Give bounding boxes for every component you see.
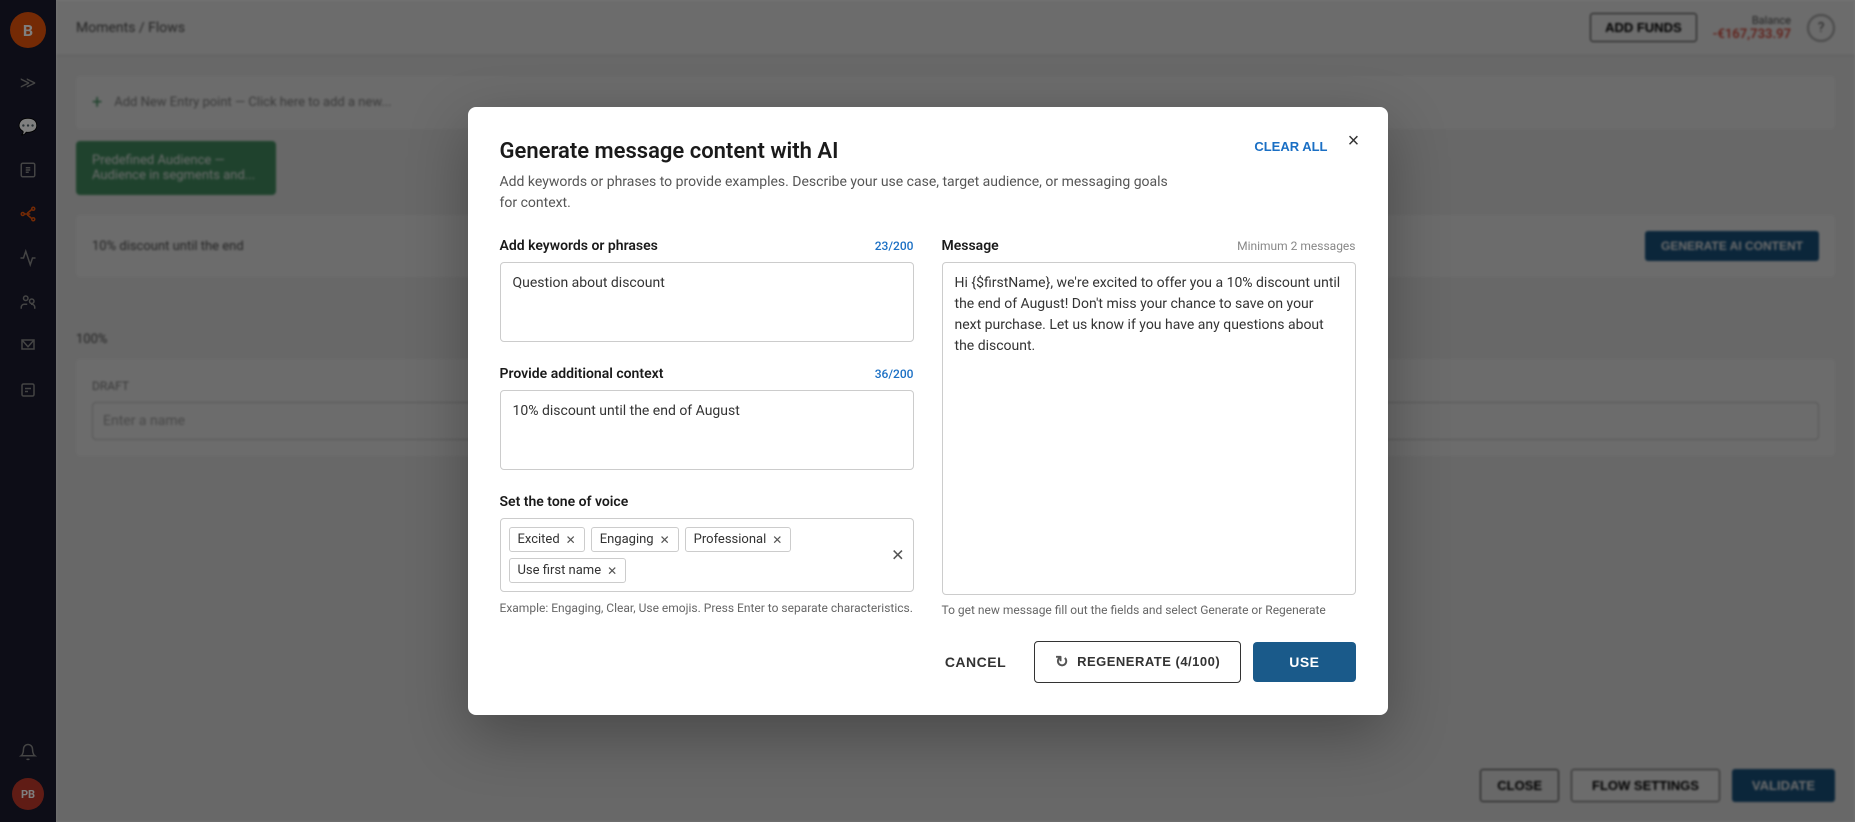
tone-tag-firstname[interactable]: Use first name ✕	[509, 558, 627, 583]
tone-tag-professional-text: Professional	[694, 532, 767, 547]
use-button[interactable]: USE	[1253, 642, 1355, 682]
context-input[interactable]: 10% discount until the end of August	[500, 390, 914, 470]
tone-tag-firstname-remove[interactable]: ✕	[607, 565, 617, 577]
context-count: 36/200	[875, 367, 914, 381]
left-panel: Add keywords or phrases 23/200 Question …	[500, 238, 914, 617]
regenerate-label: REGENERATE (4/100)	[1077, 654, 1220, 669]
modal-title: Generate message content with AI	[500, 139, 1356, 164]
message-textarea[interactable]: Hi {$firstName}, we're excited to offer …	[942, 262, 1356, 595]
context-section: Provide additional context 36/200 10% di…	[500, 366, 914, 474]
tone-tag-professional-remove[interactable]: ✕	[772, 534, 782, 546]
modal-footer: CANCEL ↻ REGENERATE (4/100) USE	[500, 641, 1356, 683]
tone-tags-container[interactable]: Excited ✕ Engaging ✕ ✕ Professional ✕	[500, 518, 914, 592]
clear-all-button[interactable]: CLEAR ALL	[1254, 139, 1327, 154]
min-messages-label: Minimum 2 messages	[1237, 239, 1355, 253]
tone-tag-firstname-text: Use first name	[518, 563, 602, 578]
cancel-button[interactable]: CANCEL	[929, 646, 1022, 678]
regenerate-button[interactable]: ↻ REGENERATE (4/100)	[1034, 641, 1241, 683]
keywords-input[interactable]: Question about discount	[500, 262, 914, 342]
tone-tag-engaging-remove[interactable]: ✕	[660, 534, 670, 546]
tone-tag-excited-remove[interactable]: ✕	[566, 534, 576, 546]
message-hint: To get new message fill out the fields a…	[942, 603, 1356, 617]
tone-tag-professional[interactable]: Professional ✕	[685, 527, 792, 552]
tone-section: Set the tone of voice Excited ✕ Engaging…	[500, 494, 914, 617]
modal-overlay[interactable]: × CLEAR ALL Generate message content wit…	[0, 0, 1855, 822]
modal-body: Add keywords or phrases 23/200 Question …	[500, 238, 1356, 617]
keywords-section: Add keywords or phrases 23/200 Question …	[500, 238, 914, 346]
modal-close-button[interactable]: ×	[1340, 127, 1368, 155]
modal-subtitle: Add keywords or phrases to provide examp…	[500, 172, 1180, 214]
message-label: Message	[942, 238, 999, 254]
tone-clear-all-icon[interactable]: ✕	[891, 546, 904, 565]
ai-content-modal: × CLEAR ALL Generate message content wit…	[468, 107, 1388, 715]
tone-hint: Example: Engaging, Clear, Use emojis. Pr…	[500, 600, 914, 617]
tone-label: Set the tone of voice	[500, 494, 629, 510]
keywords-count: 23/200	[875, 239, 914, 253]
tone-tag-engaging[interactable]: Engaging ✕	[591, 527, 679, 552]
keywords-label: Add keywords or phrases	[500, 238, 658, 254]
tone-tag-engaging-text: Engaging	[600, 532, 654, 547]
regenerate-icon: ↻	[1055, 652, 1069, 672]
tone-tag-excited[interactable]: Excited ✕	[509, 527, 585, 552]
context-label: Provide additional context	[500, 366, 664, 382]
right-panel: Message Minimum 2 messages Hi {$firstNam…	[942, 238, 1356, 617]
tone-tag-excited-text: Excited	[518, 532, 560, 547]
